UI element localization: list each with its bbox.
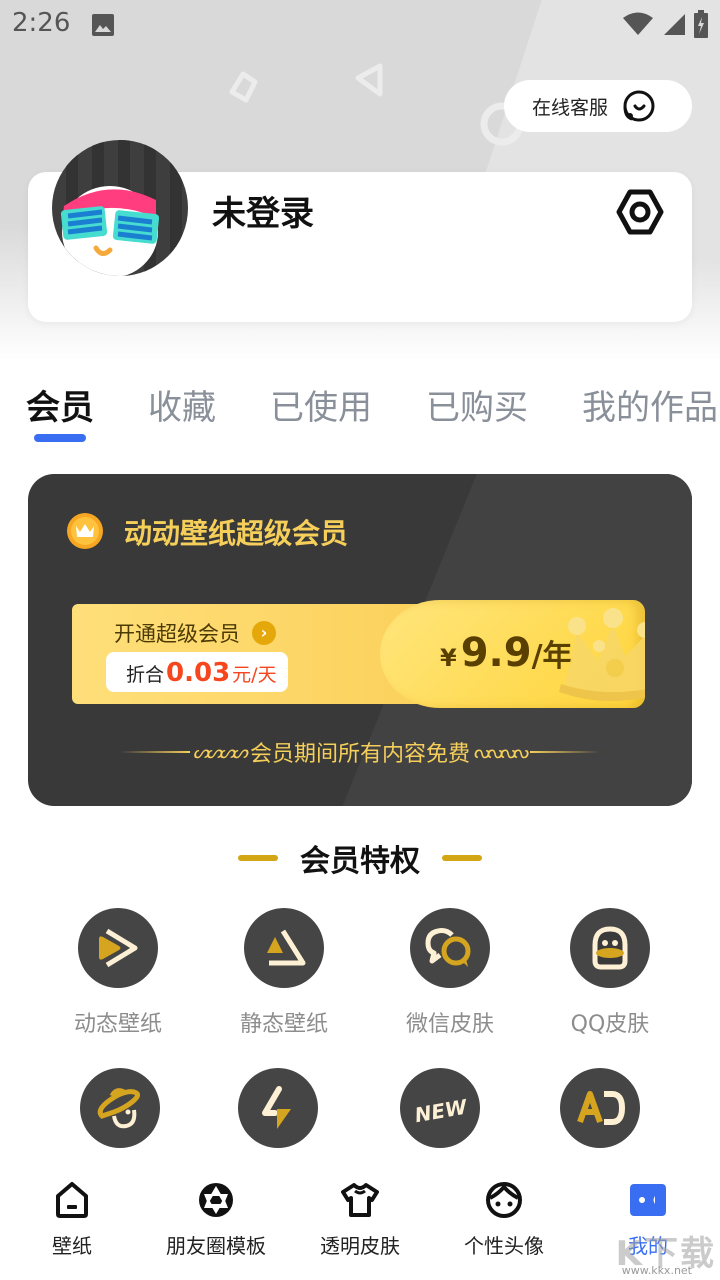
lightning-icon	[238, 1068, 318, 1148]
open-vip-label: 开通超级会员	[114, 622, 240, 646]
price-currency: ¥	[440, 644, 457, 672]
watermark-url: www.kkx.net	[621, 1264, 692, 1277]
price: ¥ 9.9 /年	[440, 630, 573, 676]
privilege-avatar[interactable]	[40, 1068, 200, 1148]
nav-wallpaper[interactable]: 壁纸	[0, 1180, 144, 1259]
privilege-fast[interactable]	[198, 1068, 358, 1148]
triangle-mountain-icon	[244, 908, 324, 988]
tab-purchased[interactable]: 已购买	[426, 380, 528, 429]
nav-label: 个性头像	[464, 1234, 544, 1258]
per-day-unit: 元/天	[232, 664, 277, 686]
privileges-header: 会员特权	[0, 836, 720, 880]
online-support-button[interactable]: 在线客服	[504, 80, 692, 132]
nav-moments-template[interactable]: 朋友圈模板	[144, 1180, 288, 1259]
chevron-right-icon: ›	[252, 621, 276, 645]
vip-title: 动动壁纸超级会员	[124, 517, 349, 550]
per-day-value: 0.03	[166, 658, 231, 688]
tshirt-icon	[341, 1183, 379, 1217]
profile-name[interactable]: 未登录	[212, 186, 314, 235]
wifi-icon	[623, 12, 653, 35]
privilege-label: 微信皮肤	[405, 1012, 494, 1037]
planet-face-icon	[80, 1068, 160, 1148]
svg-text:NEW: NEW	[413, 1094, 470, 1127]
privilege-label: QQ皮肤	[570, 1012, 650, 1037]
tab-used[interactable]: 已使用	[270, 380, 372, 429]
ad-free-icon	[560, 1068, 640, 1148]
privilege-label: 动态壁纸	[73, 1012, 162, 1037]
privilege-dynamic-wallpaper[interactable]: 动态壁纸	[38, 908, 198, 1038]
vip-card: 动动壁纸超级会员 开通超级会员 › 折合 0.03 元/天 ¥ 9.9 /年 ᔕ…	[28, 474, 692, 806]
triangle-decoration	[355, 63, 383, 97]
home-icon	[56, 1182, 88, 1218]
profile-tabs: 会员 收藏 已使用 已购买 我的作品	[0, 380, 720, 450]
aperture-icon	[199, 1183, 233, 1217]
footer-curl-right: ᔓᔓᔓᔓ	[474, 741, 529, 763]
vip-footer: ᔕᔕᔕᔕ 会员期间所有内容免费 ᔓᔓᔓᔓ	[28, 732, 692, 772]
battery-charging-icon	[694, 10, 708, 38]
diamond-decoration	[229, 71, 258, 103]
nav-label: 朋友圈模板	[166, 1234, 266, 1258]
privilege-label: 静态壁纸	[239, 1012, 328, 1037]
footer-text: 会员期间所有内容免费	[249, 742, 470, 767]
price-panel[interactable]: ¥ 9.9 /年	[380, 600, 645, 708]
tab-my-works[interactable]: 我的作品	[582, 380, 718, 429]
footer-line-left	[119, 751, 190, 753]
title-bar-left	[238, 855, 278, 861]
open-vip-button[interactable]: 开通超级会员 › 折合 0.03 元/天	[72, 604, 422, 704]
nav-label: 透明皮肤	[320, 1234, 400, 1258]
new-badge-icon: NEW	[400, 1068, 480, 1148]
title-bar-right	[442, 855, 482, 861]
avatar[interactable]	[52, 140, 188, 276]
status-time: 2:26	[12, 8, 71, 38]
nav-avatar[interactable]: 个性头像	[432, 1180, 576, 1259]
tab-favorites[interactable]: 收藏	[148, 380, 216, 429]
footer-curl-left: ᔕᔕᔕᔕ	[193, 741, 249, 763]
chat-bubbles-icon	[410, 908, 490, 988]
privilege-qq-skin[interactable]: QQ皮肤	[530, 908, 690, 1038]
per-day-prefix: 折合	[126, 664, 165, 686]
play-arrow-icon	[78, 908, 158, 988]
headset-icon	[623, 90, 655, 122]
footer-line-right	[530, 751, 601, 753]
bottom-navigation: 壁纸 朋友圈模板 透明皮肤 个性头像 我的	[0, 1162, 720, 1280]
tab-member[interactable]: 会员	[26, 380, 94, 429]
face-icon	[486, 1182, 522, 1218]
profile-robot-icon	[630, 1184, 666, 1216]
crown-3d-icon	[559, 608, 645, 702]
penguin-icon	[570, 908, 650, 988]
privileges-title: 会员特权	[300, 844, 420, 879]
privilege-static-wallpaper[interactable]: 静态壁纸	[204, 908, 364, 1038]
price-value: 9.9	[460, 630, 532, 676]
status-bar: 2:26	[0, 0, 720, 50]
image-notification-icon	[92, 14, 114, 36]
privilege-new[interactable]: NEW	[360, 1068, 520, 1148]
online-support-label: 在线客服	[532, 96, 609, 119]
privilege-ad-free[interactable]	[520, 1068, 680, 1148]
settings-hexagon-icon[interactable]	[614, 186, 666, 238]
crown-coin-icon	[67, 513, 103, 549]
privilege-wechat-skin[interactable]: 微信皮肤	[370, 908, 530, 1038]
nav-transparent-skin[interactable]: 透明皮肤	[288, 1180, 432, 1259]
tab-active-indicator	[34, 434, 86, 442]
cellular-signal-icon	[664, 14, 685, 35]
per-day-price-box: 折合 0.03 元/天	[106, 652, 288, 692]
nav-label: 壁纸	[52, 1234, 92, 1258]
